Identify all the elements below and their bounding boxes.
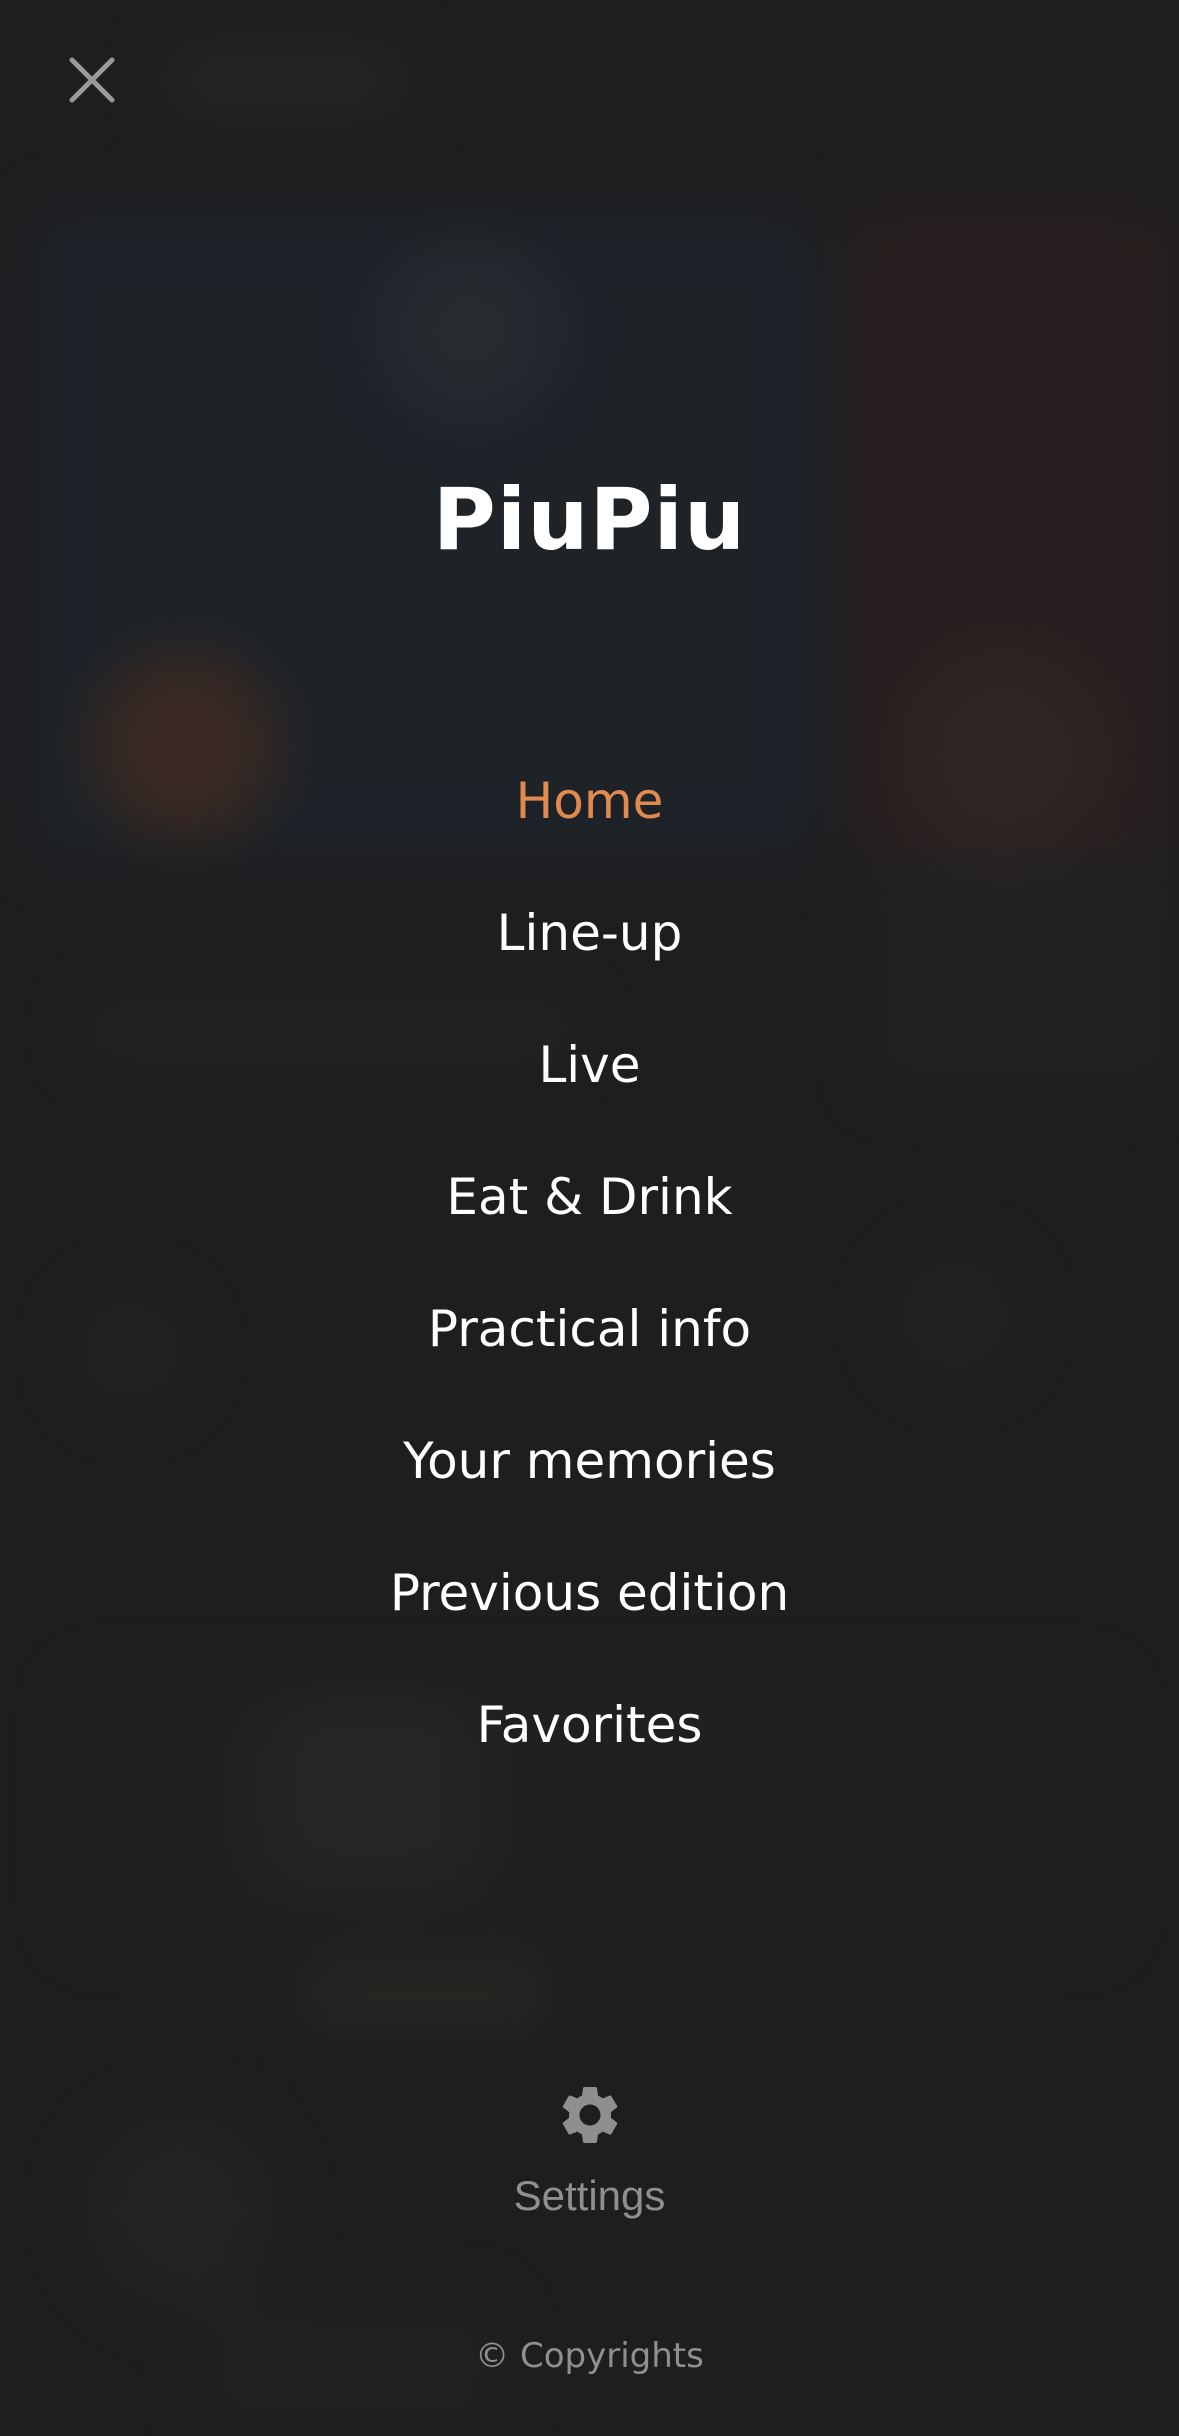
menu-link-previous-edition[interactable]: Previous edition (390, 1564, 789, 1622)
menu-link-favorites[interactable]: Favorites (477, 1696, 703, 1754)
settings-button[interactable]: Settings (0, 2080, 1179, 2220)
copyright-text: © Copyrights (475, 2336, 704, 2376)
menu-link-live[interactable]: Live (538, 1036, 640, 1094)
menu-link-home[interactable]: Home (516, 772, 664, 830)
menu-item-your-memories: Your memories (0, 1395, 1179, 1527)
app-title: PiuPiu (432, 470, 747, 570)
close-button[interactable] (60, 50, 124, 114)
menu-item-live: Live (0, 999, 1179, 1131)
menu-item-favorites: Favorites (0, 1659, 1179, 1791)
menu-item-eat-drink: Eat & Drink (0, 1131, 1179, 1263)
menu-link-practical-info[interactable]: Practical info (428, 1300, 751, 1358)
menu-link-your-memories[interactable]: Your memories (403, 1432, 776, 1490)
menu-item-line-up: Line-up (0, 867, 1179, 999)
gear-icon (555, 2080, 625, 2154)
menu-link-line-up[interactable]: Line-up (497, 904, 683, 962)
menu-item-home: Home (0, 735, 1179, 867)
main-menu: Home Line-up Live Eat & Drink Practical … (0, 735, 1179, 1791)
menu-item-practical-info: Practical info (0, 1263, 1179, 1395)
settings-label: Settings (513, 2172, 666, 2219)
close-icon (69, 57, 115, 107)
menu-link-eat-drink[interactable]: Eat & Drink (446, 1168, 732, 1226)
menu-screen: PiuPiu Home Line-up Live Eat & Drink Pra… (0, 0, 1179, 2436)
menu-item-previous-edition: Previous edition (0, 1527, 1179, 1659)
